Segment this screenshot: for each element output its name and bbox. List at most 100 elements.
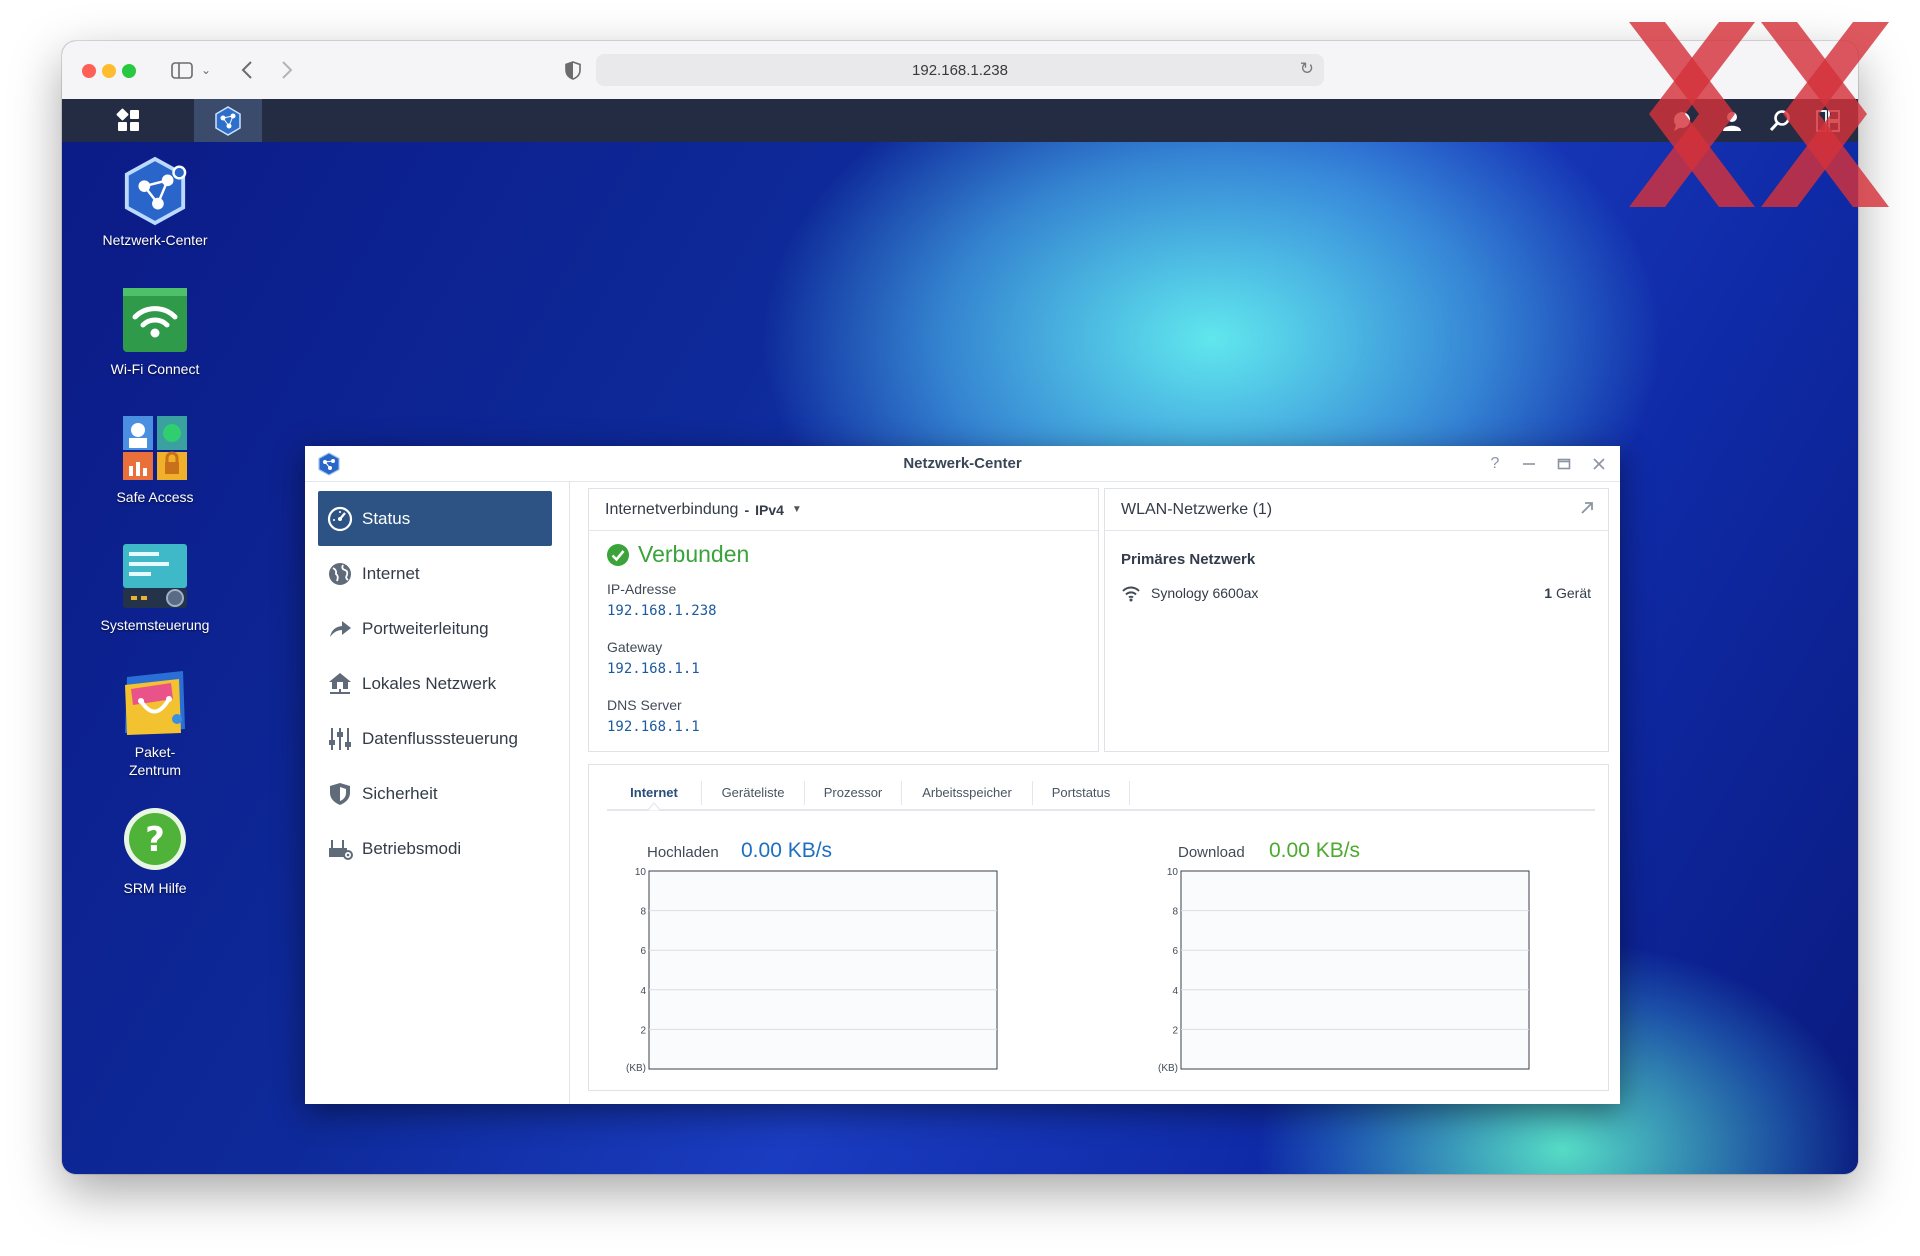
y-tick-label: 8 (640, 907, 646, 918)
wlan-panel-header: WLAN-Netzwerke (1) (1105, 489, 1608, 531)
gateway-label: Gateway (607, 639, 663, 655)
close-icon[interactable] (1587, 452, 1611, 476)
main-menu-button[interactable] (84, 99, 174, 142)
y-tick-label: 6 (640, 946, 646, 957)
check-circle-icon (607, 543, 629, 566)
desktop-icon-label: Wi-Fi Connect (110, 361, 200, 377)
gauge-icon (326, 505, 354, 533)
y-tick-label: 2 (640, 1025, 646, 1036)
window-titlebar[interactable]: Netzwerk-Center ? (305, 446, 1620, 482)
plot-area (1180, 870, 1530, 1070)
device-count: 1 (1544, 585, 1553, 601)
svg-text:?: ? (145, 820, 165, 860)
desktop-icon-label: Netzwerk-Center (102, 232, 208, 248)
privacy-shield-icon[interactable] (562, 57, 584, 83)
wlan-network-row[interactable]: Synology 6600ax 1 Gerät (1121, 583, 1591, 603)
y-tick-label: 4 (1172, 986, 1178, 997)
sidebar-item-portweiterleitung[interactable]: Portweiterleitung (318, 601, 552, 656)
network-center-window: Netzwerk-Center ? Status Internet Portwe… (305, 446, 1620, 1104)
browser-toolbar: ⌄ 192.168.1.238 ↻ (62, 41, 1858, 100)
download-rate: 0.00 KB/s (1269, 839, 1361, 862)
minimize-icon[interactable] (1517, 452, 1541, 476)
upload-rate: 0.00 KB/s (741, 839, 833, 862)
sidebar-item-label: Status (362, 508, 411, 528)
traffic-panel: Internet Geräteliste Prozessor Arbeitssp… (588, 764, 1609, 1091)
address-text: 192.168.1.238 (912, 61, 1008, 79)
wifi-connect-icon (123, 288, 187, 352)
sidebar-item-label: Sicherheit (362, 783, 438, 803)
desktop-icon-label: SRM Hilfe (123, 880, 187, 896)
dns-label: DNS Server (607, 697, 682, 713)
minimize-window-button[interactable] (102, 64, 116, 78)
sidebar-item-betriebsmodi[interactable]: Betriebsmodi (318, 821, 552, 876)
help-icon: ? (124, 808, 186, 870)
shield-icon (326, 780, 354, 808)
sidebar-item-datenflusssteuerung[interactable]: Datenflusssteuerung (318, 711, 552, 766)
internet-panel-title: Internetverbindung (605, 500, 739, 518)
protocol-selector[interactable]: IPv4 (755, 502, 784, 518)
sidebar-item-lokales-netzwerk[interactable]: Lokales Netzwerk (318, 656, 552, 711)
device-unit: Gerät (1555, 585, 1591, 601)
package-center-icon (125, 671, 185, 735)
download-label: Download (1178, 844, 1245, 861)
dns-value: 192.168.1.1 (607, 719, 700, 735)
desktop-icon-safe-access[interactable]: Safe Access (80, 414, 230, 506)
network-center-icon (124, 156, 187, 226)
sidebar-item-status[interactable]: Status (318, 491, 552, 546)
y-tick-label: 4 (640, 986, 646, 997)
ip-value: 192.168.1.238 (607, 603, 717, 619)
internet-connection-panel: Internetverbindung - IPv4 ▼ Verbunden IP… (588, 488, 1099, 752)
y-axis-unit-label: (KB) (1158, 1063, 1178, 1074)
desktop-icon-wifi-connect[interactable]: Wi-Fi Connect (80, 286, 230, 378)
reload-icon[interactable]: ↻ (1300, 59, 1314, 79)
chevron-down-icon[interactable]: ⌄ (198, 57, 214, 83)
grid-icon (116, 108, 139, 131)
desktop: Netzwerk-Center Wi-Fi Connect Safe Acces… (62, 99, 1858, 1174)
tab-arbeitsspeicher[interactable]: Arbeitsspeicher (902, 775, 1032, 809)
zoom-window-button[interactable] (122, 64, 136, 78)
expand-arrow-icon[interactable] (1580, 501, 1594, 520)
y-tick-label: 6 (1172, 946, 1178, 957)
desktop-icon-netzwerk-center[interactable]: Netzwerk-Center (80, 156, 230, 249)
control-panel-icon (123, 544, 187, 608)
sidebar-item-label: Datenflusssteuerung (362, 728, 518, 748)
wlan-networks-panel: WLAN-Netzwerke (1) Primäres Netzwerk Syn… (1104, 488, 1609, 752)
internet-panel-header[interactable]: Internetverbindung - IPv4 ▼ (589, 489, 1098, 531)
desktop-icon-paket-zentrum[interactable]: Paket- Zentrum (80, 669, 230, 779)
desktop-icon-srm-hilfe[interactable]: ? SRM Hilfe (80, 805, 230, 897)
home-network-icon (326, 670, 354, 698)
connection-status: Verbunden (606, 541, 749, 568)
desktop-icon-label: Safe Access (116, 489, 194, 505)
sidebar-item-label: Portweiterleitung (362, 618, 489, 638)
browser-window: ⌄ 192.168.1.238 ↻ Netzwerk-Center Wi-Fi … (62, 41, 1858, 1174)
gateway-value: 192.168.1.1 (607, 661, 700, 677)
y-tick-label: 8 (1172, 907, 1178, 918)
forward-icon[interactable] (276, 57, 298, 83)
globe-icon (326, 560, 354, 588)
router-icon (326, 835, 354, 863)
sidebar-toggle-icon[interactable] (168, 57, 196, 83)
wifi-icon (1122, 586, 1140, 602)
tab-portstatus[interactable]: Portstatus (1033, 775, 1129, 809)
back-icon[interactable] (236, 57, 258, 83)
primary-network-title: Primäres Netzwerk (1121, 551, 1256, 568)
close-window-button[interactable] (82, 64, 96, 78)
tab-geraeteliste[interactable]: Geräteliste (702, 775, 804, 809)
help-icon[interactable]: ? (1483, 452, 1507, 476)
safe-access-icon (123, 416, 187, 480)
upload-chart: 10 8 6 4 2 (KB) (626, 867, 998, 1074)
status-text: Verbunden (638, 541, 750, 567)
sidebar-item-label: Internet (362, 563, 420, 583)
sidebar-item-sicherheit[interactable]: Sicherheit (318, 766, 552, 821)
taskbar-network-center[interactable] (194, 99, 262, 142)
desktop-icon-label: Paket- Zentrum (128, 744, 182, 778)
y-tick-label: 10 (635, 867, 647, 878)
caret-down-icon[interactable]: ▼ (792, 504, 802, 515)
tab-prozessor[interactable]: Prozessor (805, 775, 901, 809)
ip-label: IP-Adresse (607, 581, 677, 597)
desktop-icon-systemsteuerung[interactable]: Systemsteuerung (80, 542, 230, 634)
sidebar-item-internet[interactable]: Internet (318, 546, 552, 601)
address-bar[interactable]: 192.168.1.238 ↻ (596, 54, 1324, 86)
maximize-icon[interactable] (1552, 452, 1576, 476)
window-title: Netzwerk-Center (903, 455, 1022, 472)
